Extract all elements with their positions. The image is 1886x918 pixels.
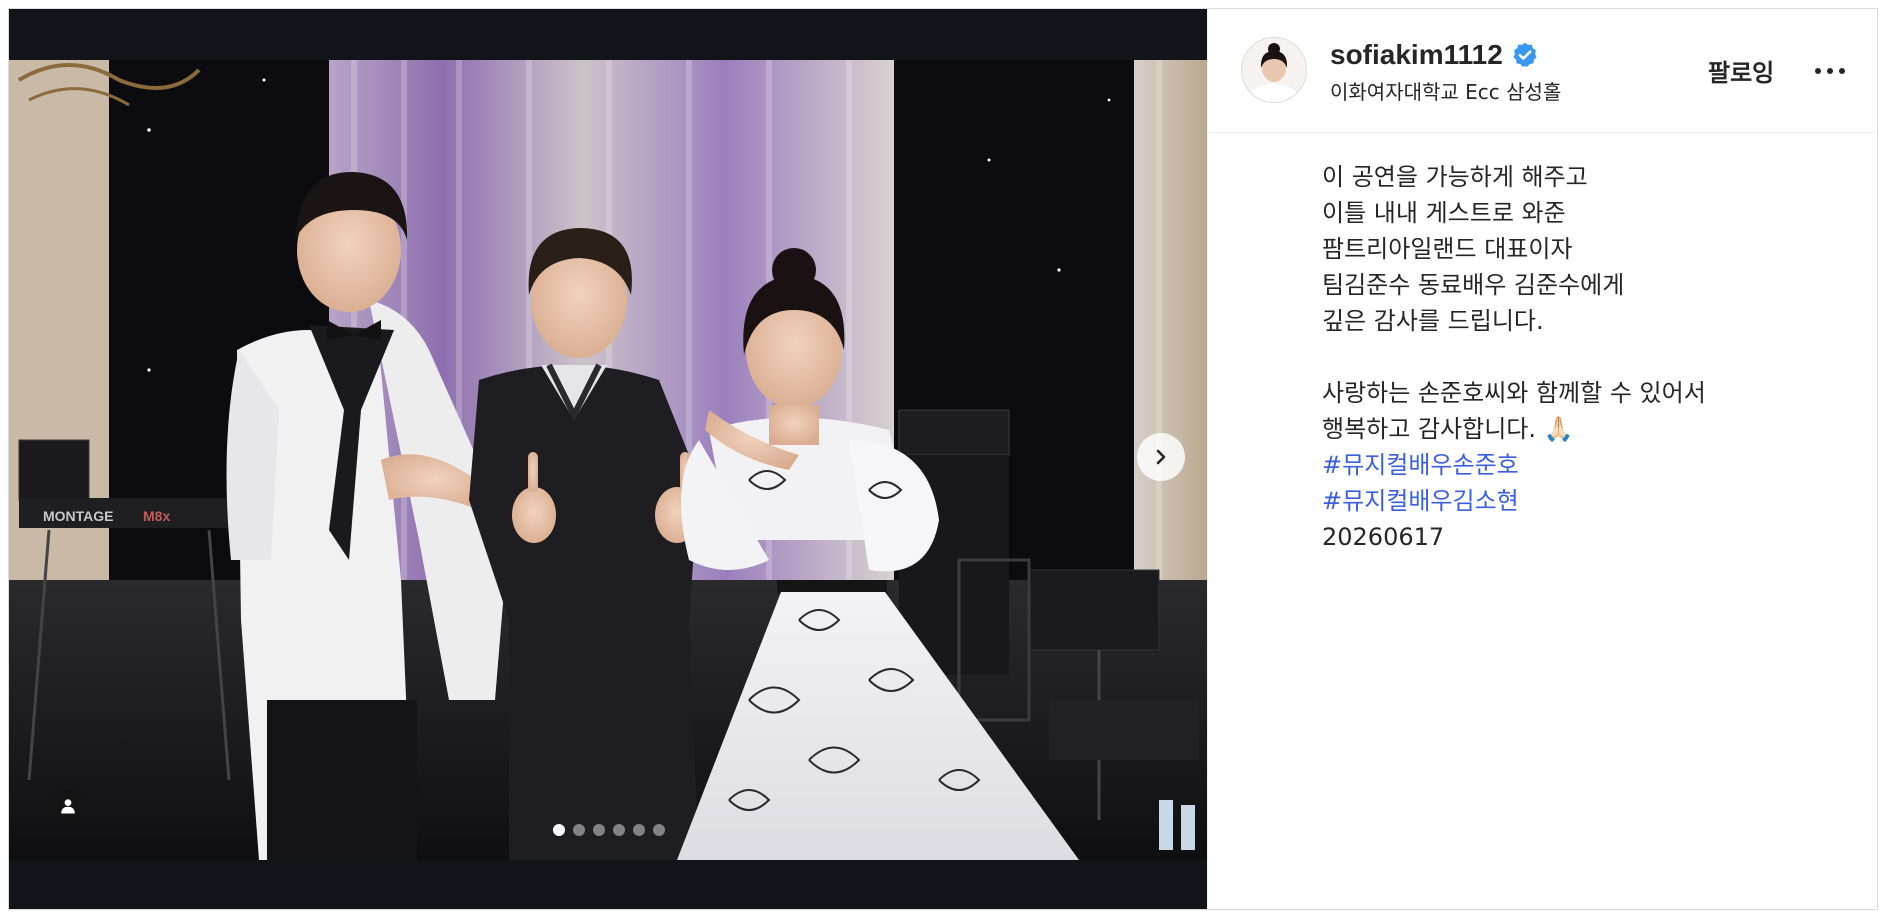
carousel-indicator [553, 824, 665, 836]
verified-badge-icon [1513, 42, 1537, 67]
caption-line: 팀김준수 동료배우 김준수에게 [1322, 271, 1625, 299]
person-icon [61, 799, 75, 814]
caption-line: 행복하고 감사합니다. 🙏🏻 [1322, 415, 1574, 443]
username-link[interactable]: sofiakim1112 [1330, 39, 1503, 71]
next-slide-button[interactable] [1137, 433, 1185, 481]
svg-text:M8x: M8x [143, 508, 170, 524]
more-horizontal-icon [1815, 68, 1845, 74]
carousel-dot [553, 824, 565, 836]
following-button[interactable]: 팔로잉 [1708, 53, 1774, 88]
media-panel: MONTAGE M8x [9, 9, 1207, 909]
chevron-right-icon [1156, 449, 1166, 465]
hashtag-link[interactable]: #뮤지컬배우김소현 [1322, 483, 1842, 519]
location-link[interactable]: 이화여자대학교 Ecc 삼성홀 [1330, 76, 1561, 105]
caption-line: 깊은 감사를 드립니다. [1322, 307, 1544, 335]
avatar[interactable] [1241, 37, 1307, 103]
carousel-dot [573, 824, 585, 836]
caption-line: 사랑하는 손준호씨와 함께할 수 있어서 [1322, 379, 1706, 407]
carousel-dot [593, 824, 605, 836]
carousel-dot [633, 824, 645, 836]
carousel-dot [613, 824, 625, 836]
post-modal: MONTAGE M8x sofiakim1112 이화여자대학교 Ecc 삼성홀… [8, 8, 1878, 910]
caption-line: 팜트리아일랜드 대표이자 [1322, 235, 1573, 263]
caption-line: 이 공연을 가능하게 해주고 [1322, 163, 1588, 191]
post-side-panel: sofiakim1112 이화여자대학교 Ecc 삼성홀 팔로잉 이 공연을 가… [1207, 9, 1877, 909]
carousel-dot [653, 824, 665, 836]
caption-line: 이틀 내내 게스트로 와준 [1322, 199, 1566, 227]
username-row: sofiakim1112 [1330, 39, 1539, 71]
more-options-button[interactable] [1812, 61, 1848, 81]
post-header: sofiakim1112 이화여자대학교 Ecc 삼성홀 팔로잉 [1208, 9, 1877, 133]
tagged-users-button[interactable] [51, 789, 85, 823]
caption-date: 20260617 [1322, 523, 1445, 551]
post-caption: 이 공연을 가능하게 해주고 이틀 내내 게스트로 와준 팜트리아일랜드 대표이… [1322, 159, 1842, 555]
hashtag-link[interactable]: #뮤지컬배우손준호 [1322, 447, 1842, 483]
post-photo: MONTAGE M8x [9, 60, 1207, 860]
svg-text:MONTAGE: MONTAGE [43, 508, 114, 524]
